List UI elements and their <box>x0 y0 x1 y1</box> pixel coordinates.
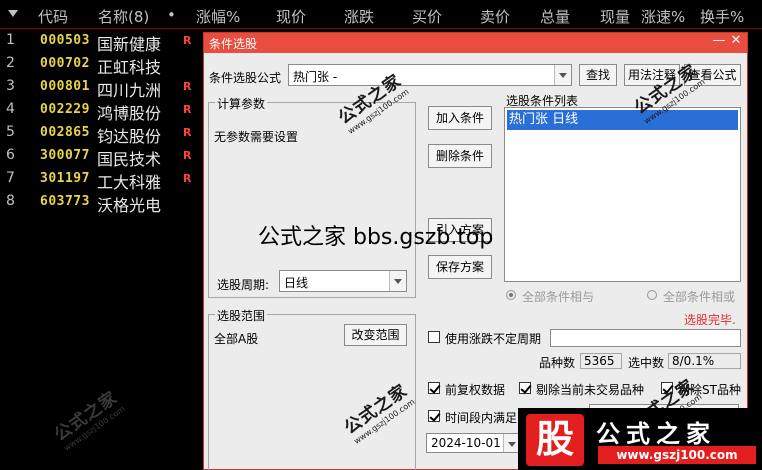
add-condition-button[interactable]: 加入条件 <box>428 106 492 130</box>
logo-site-url: www.gszj100.com <box>598 446 756 464</box>
stock-code: 300077 <box>40 148 90 163</box>
count-label: 品种数 <box>539 356 576 370</box>
stock-code: 301197 <box>40 171 90 186</box>
time-range-label: 时间段内满足 <box>445 411 518 425</box>
col-speed[interactable]: 涨速% <box>641 6 685 27</box>
stock-row[interactable]: 3 000801 四川九洲 R <box>0 75 200 100</box>
col-cur-volume[interactable]: 现量 <box>600 6 630 27</box>
sort-arrow-icon[interactable] <box>8 10 18 17</box>
stock-code: 000503 <box>40 33 90 48</box>
overlay-watermark-text: 公式之家 bbs.gszb.top <box>258 225 494 250</box>
and-all-radio[interactable] <box>506 290 516 300</box>
range-title: 选股范围 <box>215 307 268 324</box>
stock-row[interactable]: 1 000503 国新健康 R <box>0 29 200 54</box>
row-index: 5 <box>6 124 15 140</box>
stock-code: 000801 <box>40 79 90 94</box>
stock-list-header: 代码 名称(8) • 涨幅% 现价 涨跌 买价 卖价 总量 现量 涨速% 换手% <box>0 0 762 29</box>
uncertain-period-input[interactable] <box>550 329 741 347</box>
period-value: 日线 <box>284 276 309 290</box>
stock-row[interactable]: 5 002865 钧达股份 R <box>0 121 200 146</box>
col-code[interactable]: 代码 <box>38 6 68 27</box>
pre-adjust-checkbox[interactable] <box>428 382 440 394</box>
stock-row[interactable]: 7 301197 工大科雅 R <box>0 167 200 192</box>
dialog-titlebar[interactable]: 条件选股 — ✕ <box>204 33 747 53</box>
margin-flag: R <box>183 172 192 185</box>
logo-stock-icon: 股 <box>526 414 584 466</box>
stock-code: 603773 <box>40 194 90 209</box>
exclude-untraded-checkbox[interactable] <box>519 382 531 394</box>
stock-code: 002865 <box>40 125 90 140</box>
save-plan-button[interactable]: 保存方案 <box>428 255 492 279</box>
delete-condition-button[interactable]: 删除条件 <box>428 144 492 168</box>
site-logo: 股 公式之家 www.gszj100.com <box>518 408 762 470</box>
watermark-stamp: 公式之家 www.gszj100.com <box>48 384 127 453</box>
col-turnover[interactable]: 换手% <box>700 6 744 27</box>
col-change-pct[interactable]: 涨幅% <box>196 6 240 27</box>
stock-code: 002229 <box>40 102 90 117</box>
calc-params-title: 计算参数 <box>215 95 268 112</box>
period-label: 选股周期: <box>217 278 270 292</box>
selected-value: 8/0.1% <box>668 353 741 369</box>
or-all-radio[interactable] <box>647 290 657 300</box>
margin-flag: R <box>183 103 192 116</box>
and-all-label: 全部条件相与 <box>522 290 595 304</box>
col-volume[interactable]: 总量 <box>540 6 570 27</box>
condition-listbox[interactable]: 热门张 日线 <box>504 107 741 282</box>
formula-select[interactable]: 热门张 - <box>288 64 572 86</box>
or-all-label: 全部条件相或 <box>663 290 736 304</box>
dialog-title: 条件选股 <box>209 37 258 51</box>
close-icon[interactable]: ✕ <box>728 33 744 48</box>
stock-row[interactable]: 2 000702 正虹科技 <box>0 52 200 77</box>
col-bid[interactable]: 买价 <box>412 6 442 27</box>
uncertain-period-label: 使用涨跌不定周期 <box>445 332 542 346</box>
stock-code: 000702 <box>40 56 90 71</box>
row-index: 7 <box>6 170 15 186</box>
margin-flag: R <box>183 126 192 139</box>
minimize-icon[interactable]: — <box>711 33 727 48</box>
period-select[interactable]: 日线 <box>279 270 407 292</box>
stock-row[interactable]: 6 300077 国民技术 R <box>0 144 200 169</box>
stock-row[interactable]: 4 002229 鸿博股份 R <box>0 98 200 123</box>
count-value: 5365 <box>580 353 622 369</box>
col-change[interactable]: 涨跌 <box>344 6 374 27</box>
logo-brand: 公式之家 <box>596 420 716 448</box>
stock-name: 沃格光电 <box>97 196 162 215</box>
status-text: 选股完毕. <box>684 313 736 327</box>
row-index: 1 <box>6 32 15 48</box>
uncertain-period-checkbox[interactable] <box>428 331 440 343</box>
date-value: 2024-10-01 <box>431 436 501 450</box>
row-index: 3 <box>6 78 15 94</box>
pre-adjust-label: 前复权数据 <box>445 383 506 397</box>
date-select[interactable]: 2024-10-01 <box>426 433 521 453</box>
chevron-down-icon[interactable] <box>554 65 571 85</box>
margin-flag: R <box>183 80 192 93</box>
row-index: 2 <box>6 55 15 71</box>
range-value: 全部A股 <box>214 332 259 346</box>
margin-flag: R <box>183 34 192 47</box>
col-name[interactable]: 名称(8) <box>98 6 149 27</box>
time-range-checkbox[interactable] <box>428 410 440 422</box>
margin-flag: R <box>183 149 192 162</box>
formula-label: 条件选股公式 <box>209 71 282 85</box>
row-index: 6 <box>6 147 15 163</box>
chevron-down-icon[interactable] <box>389 271 406 291</box>
selected-label: 选中数 <box>628 356 665 370</box>
col-ask[interactable]: 卖价 <box>480 6 510 27</box>
col-dot[interactable]: • <box>167 6 176 24</box>
change-range-button[interactable]: 改变范围 <box>344 324 407 346</box>
no-params-note: 无参数需要设置 <box>214 130 299 144</box>
calc-params-group: 计算参数 无参数需要设置 选股周期: 日线 <box>208 95 416 298</box>
stock-row[interactable]: 8 603773 沃格光电 <box>0 190 200 215</box>
find-button[interactable]: 查找 <box>579 64 617 86</box>
formula-value: 热门张 - <box>293 70 338 84</box>
row-index: 8 <box>6 193 15 209</box>
col-price[interactable]: 现价 <box>276 6 306 27</box>
condition-list-item[interactable]: 热门张 日线 <box>507 110 738 130</box>
exclude-untraded-label: 剔除当前未交易品种 <box>536 383 645 397</box>
row-index: 4 <box>6 101 15 117</box>
